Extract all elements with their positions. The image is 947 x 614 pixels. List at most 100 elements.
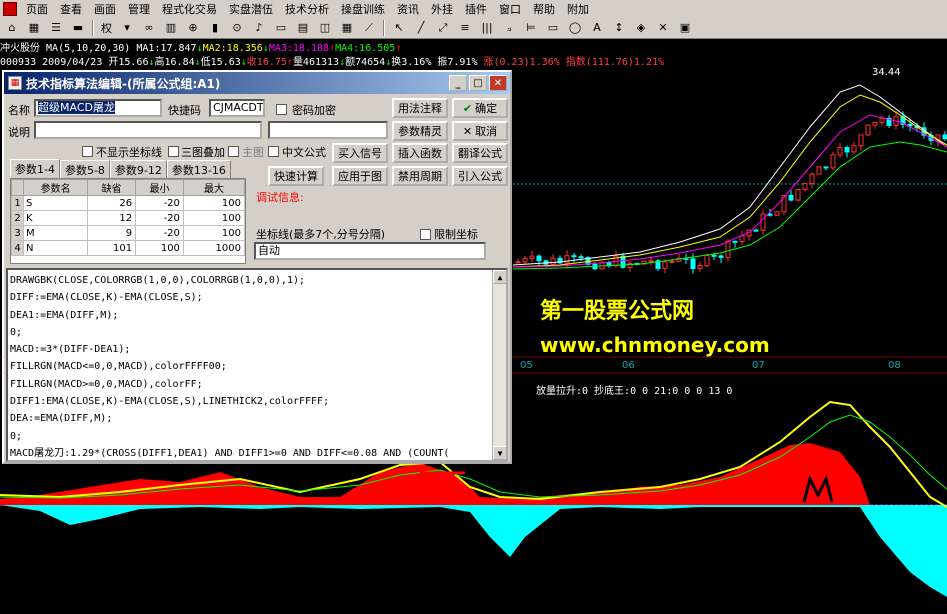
zoom-icon[interactable]: ⊙: [227, 19, 247, 37]
chinese-formula-checkbox[interactable]: [268, 146, 279, 157]
menu-item-view[interactable]: 查看: [54, 1, 88, 17]
param-default-cell[interactable]: 9: [87, 225, 137, 241]
menu-item-program-trade[interactable]: 程式化交易: [156, 1, 223, 17]
encrypt-checkbox[interactable]: [276, 104, 287, 115]
list-icon[interactable]: ☰: [46, 19, 66, 37]
channel-tool-icon[interactable]: ≡: [455, 19, 475, 37]
param-min-cell[interactable]: -20: [135, 210, 184, 226]
bars-tool-icon[interactable]: |||: [477, 19, 497, 37]
scroll-up-icon[interactable]: ▲: [493, 270, 506, 284]
split-icon[interactable]: ◫: [315, 19, 335, 37]
desc-input-extra[interactable]: [268, 121, 388, 139]
ray-tool-icon[interactable]: ⤢: [433, 19, 453, 37]
magnify-icon[interactable]: ⊕: [183, 19, 203, 37]
desc-input[interactable]: [34, 121, 262, 139]
dropdown-icon[interactable]: ▾: [117, 19, 137, 37]
grid-icon[interactable]: ▦: [24, 19, 44, 37]
ellipse-tool-icon[interactable]: ◯: [565, 19, 585, 37]
ban-period-button[interactable]: 禁用周期: [392, 166, 448, 186]
tab-params-13-16[interactable]: 参数13-16: [166, 160, 231, 179]
param-max-cell[interactable]: 1000: [182, 240, 246, 256]
delete-tool-icon[interactable]: ✕: [653, 19, 673, 37]
param-name-cell[interactable]: K: [22, 210, 89, 226]
main-chart-checkbox[interactable]: [228, 146, 239, 157]
rect-tool-icon[interactable]: ▭: [543, 19, 563, 37]
bar-icon[interactable]: ▮: [205, 19, 225, 37]
ma-info-segment: 冲火股份: [0, 43, 47, 53]
param-default-cell[interactable]: 101: [87, 240, 137, 256]
rights-label[interactable]: 权: [98, 20, 115, 36]
menu-item-page[interactable]: 页面: [20, 1, 54, 17]
cursor-icon[interactable]: ↖: [389, 19, 409, 37]
axis-input[interactable]: 自动: [254, 242, 486, 260]
shortcut-input[interactable]: CJMACDT: [209, 99, 265, 117]
month-tick-08: 08: [888, 360, 901, 371]
dialog-title-bar[interactable]: ▦ 技术指标算法编辑-(所属公式组:A1) _ □ ✕: [4, 72, 510, 94]
param-max-cell[interactable]: 100: [182, 195, 246, 211]
maximize-button[interactable]: □: [469, 75, 487, 91]
translate-formula-button[interactable]: 翻译公式: [452, 143, 508, 163]
name-input[interactable]: 超级MACD屠龙: [34, 99, 162, 117]
overlay-checkbox[interactable]: [168, 146, 179, 157]
param-default-cell[interactable]: 26: [87, 195, 137, 211]
param-tune-button[interactable]: 参数精灵: [392, 121, 448, 141]
param-name-cell[interactable]: M: [22, 225, 89, 241]
param-name-cell[interactable]: S: [22, 195, 89, 211]
cancel-button[interactable]: ✕ 取消: [452, 121, 508, 141]
usage-button[interactable]: 用法注释: [392, 98, 448, 118]
chart-icon[interactable]: ▥: [161, 19, 181, 37]
menu-item-manage[interactable]: 管理: [122, 1, 156, 17]
minus-icon[interactable]: ▬: [68, 19, 88, 37]
formula-code-editor[interactable]: DRAWGBK(CLOSE,COLORRGB(1,0,0),COLORRGB(1…: [6, 268, 508, 462]
tab-params-5-8[interactable]: 参数5-8: [59, 160, 110, 179]
scroll-down-icon[interactable]: ▼: [493, 446, 506, 460]
tile-icon[interactable]: ▦: [337, 19, 357, 37]
marker-tool-icon[interactable]: ◈: [631, 19, 651, 37]
menu-item-screen[interactable]: 画面: [88, 1, 122, 17]
window-icon[interactable]: ▭: [271, 19, 291, 37]
menu-item-tech-analysis[interactable]: 技术分析: [279, 1, 335, 17]
tab-params-9-12[interactable]: 参数9-12: [109, 160, 167, 179]
fib-tool-icon[interactable]: ⊨: [521, 19, 541, 37]
glasses-icon[interactable]: ∞: [139, 19, 159, 37]
candle-body: [697, 264, 703, 270]
apply-to-chart-button[interactable]: 应用于图: [332, 166, 388, 186]
param-min-cell[interactable]: -20: [135, 195, 184, 211]
minimize-button[interactable]: _: [449, 75, 467, 91]
menu-item-training[interactable]: 操盘训练: [335, 1, 391, 17]
fan-tool-icon[interactable]: ⟓: [499, 19, 519, 37]
buy-signal-button[interactable]: 买入信号: [332, 143, 388, 163]
tab-params-1-4[interactable]: 参数1-4: [10, 159, 60, 178]
menu-item-window[interactable]: 窗口: [493, 1, 527, 17]
menu-item-help[interactable]: 帮助: [527, 1, 561, 17]
ok-button[interactable]: ✔ 确定: [452, 98, 508, 118]
text-tool-icon[interactable]: A: [587, 19, 607, 37]
menu-item-news[interactable]: 资讯: [391, 1, 425, 17]
line-tool-icon[interactable]: ╱: [411, 19, 431, 37]
param-min-cell[interactable]: 100: [135, 240, 184, 256]
arrow-tool-icon[interactable]: ↕: [609, 19, 629, 37]
menu-item-extra[interactable]: 附加: [561, 1, 595, 17]
quick-calc-button[interactable]: 快速计算: [268, 166, 324, 186]
menu-item-plugin-ext[interactable]: 外挂: [425, 1, 459, 17]
close-button[interactable]: ✕: [489, 75, 507, 91]
home-icon[interactable]: ⌂: [2, 19, 22, 37]
bell-icon[interactable]: ♪: [249, 19, 269, 37]
no-axis-checkbox[interactable]: [82, 146, 93, 157]
insert-function-button[interactable]: 插入函数: [392, 143, 448, 163]
param-default-cell[interactable]: 12: [87, 210, 137, 226]
layout-icon[interactable]: ▤: [293, 19, 313, 37]
param-name-cell[interactable]: N: [22, 240, 89, 256]
limit-axis-checkbox[interactable]: [420, 229, 431, 240]
code-scrollbar[interactable]: ▲ ▼: [492, 270, 506, 460]
menu-item-live[interactable]: 实盘潜伍: [223, 1, 279, 17]
line-chart-icon[interactable]: ⟋: [359, 19, 379, 37]
code-line: MACD:=3*(DIFF-DEA1);: [10, 344, 131, 356]
import-formula-button[interactable]: 引入公式: [452, 166, 508, 186]
param-min-cell[interactable]: -20: [135, 225, 184, 241]
candle-body: [704, 254, 710, 266]
param-max-cell[interactable]: 100: [182, 225, 246, 241]
menu-item-plugins[interactable]: 插件: [459, 1, 493, 17]
save-icon[interactable]: ▣: [675, 19, 695, 37]
param-max-cell[interactable]: 100: [182, 210, 246, 226]
